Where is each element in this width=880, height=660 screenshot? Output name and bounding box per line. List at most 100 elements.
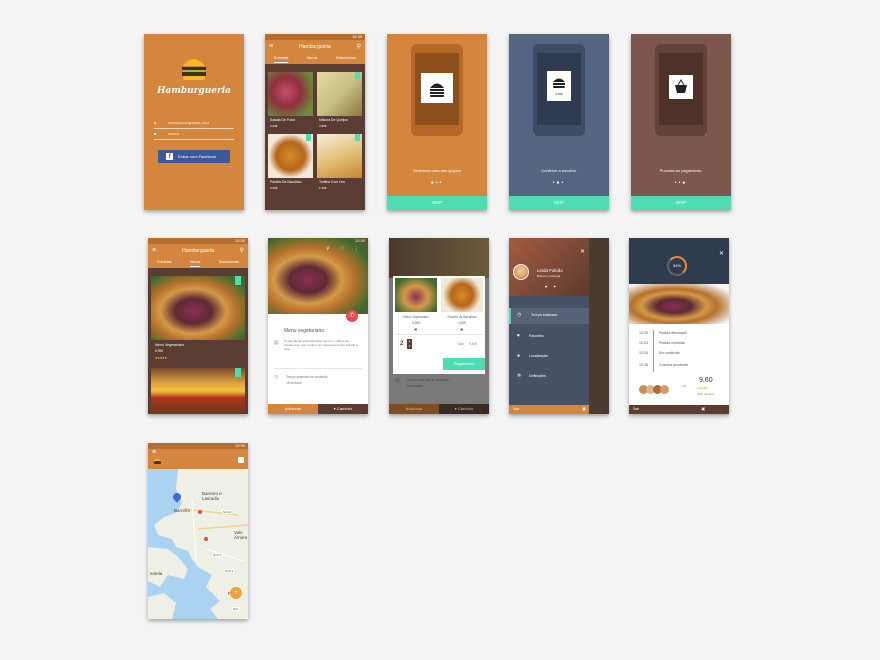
burger-tile-icon xyxy=(421,73,453,103)
detail-title: Menu vegetariano xyxy=(284,328,325,334)
email-field[interactable]: ● LINDAFALCAO@GMAIL.COM xyxy=(154,120,234,129)
entradas-screen: 12:30 ≡ Hamburgueria ⚲ Entradas Menus So… xyxy=(265,34,365,210)
drawer-item-localizacao[interactable]: ● Localização xyxy=(509,350,589,364)
skip-button[interactable]: SKIP xyxy=(631,196,731,210)
burger-logo-icon xyxy=(180,54,208,86)
basket-tile-icon xyxy=(669,75,693,99)
cart-icon: ▾ xyxy=(454,406,457,411)
bookmark-icon[interactable] xyxy=(355,134,360,141)
phone-illustration xyxy=(655,44,707,136)
rating-score: 9.60 xyxy=(699,377,713,384)
search-icon[interactable]: ⚲ xyxy=(326,246,330,252)
tab-menus[interactable]: Menus xyxy=(307,56,318,62)
app-bar: ≡ xyxy=(148,449,248,469)
drawer-screen: ✕ Linda Falcão Barreiro, portugal ♥ ✦ ◷ … xyxy=(509,238,609,414)
food-card[interactable]: Salada De Polvo 2,50€ xyxy=(268,72,313,132)
road-badge: N10-3 xyxy=(224,569,235,573)
close-icon[interactable]: ✕ xyxy=(719,250,724,257)
app-bar: ≡ Hamburgueria ⚲ xyxy=(265,40,365,54)
skip-button[interactable]: SKIP xyxy=(387,196,487,210)
more-icon[interactable]: ⋮ xyxy=(354,246,359,252)
burger-tile-icon: 3,99€ xyxy=(547,71,571,101)
add-button[interactable]: Adicionar xyxy=(389,404,439,414)
gear-icon: ✲ xyxy=(517,373,522,379)
restaurant-marker-icon[interactable] xyxy=(198,510,202,514)
divider xyxy=(395,334,483,335)
remove-icon[interactable]: ✖ xyxy=(460,327,463,332)
cart-button[interactable]: ▾ Carrinho xyxy=(439,404,489,414)
exit-bar[interactable]: Sair ▣ xyxy=(629,405,729,414)
restaurant-marker-icon[interactable] xyxy=(204,537,208,541)
tab-menus[interactable]: Menus xyxy=(189,260,201,267)
onboarding-screen-1: Seleciona uma das opções ●•• SKIP xyxy=(387,34,487,210)
menu-card[interactable] xyxy=(151,368,245,414)
app-bar-title: Hamburgueria xyxy=(299,44,331,50)
food-card[interactable]: Mistura De Queijos 3,50€ xyxy=(317,72,362,132)
food-card[interactable]: Tortilha Com Ovo 1,50€ xyxy=(317,134,362,194)
facebook-login-button[interactable]: f Entrar com Facebook xyxy=(158,150,230,163)
category-tabs: Entradas Menus Sobremesas xyxy=(265,54,365,64)
cart-icon: ▾ xyxy=(333,406,336,411)
heart-icon[interactable]: ♥ xyxy=(545,284,547,289)
burger-image xyxy=(629,284,729,324)
rating-stars: ●●●●● xyxy=(697,386,708,390)
search-icon[interactable]: ⚲ xyxy=(240,244,244,258)
menu-icon[interactable]: ≡ xyxy=(152,446,156,460)
cart-button[interactable]: ▾ Carrinho xyxy=(318,404,368,414)
remove-icon[interactable]: ✖ xyxy=(414,327,417,332)
close-icon[interactable]: ✕ xyxy=(580,248,585,255)
page-indicator: •●• xyxy=(552,180,566,186)
progress-percent: 54% xyxy=(672,263,681,268)
drawer-item-favoritos[interactable]: ♥ Favoritos xyxy=(509,330,589,344)
road-badge: N10-3 xyxy=(212,553,223,557)
hero-image xyxy=(268,238,368,314)
app-bar: ≡ Hamburgueria ⚲ xyxy=(148,244,248,258)
drawer-item-definicoes[interactable]: ✲ Definições xyxy=(509,370,589,384)
exit-bar[interactable]: Sair ▣ xyxy=(509,405,589,414)
onboarding-screen-3: Proceda ao pagamento. ••● SKIP xyxy=(631,34,731,210)
burger-logo-icon xyxy=(154,459,161,464)
bookmark-icon[interactable] xyxy=(235,276,241,285)
heart-icon: ♥ xyxy=(517,333,520,339)
call-fab-button[interactable]: ✆ xyxy=(346,310,358,322)
map-screen: 12:30 ≡ Barreiro e Lavradio Barreiro Val… xyxy=(148,443,248,619)
road-badge: N11 xyxy=(232,607,240,611)
tracking-screen: ✕ 54% 12:20 Pedido efectuado 12:23 Pedid… xyxy=(629,238,729,414)
nav-drawer: ✕ Linda Falcão Barreiro, portugal ♥ ✦ ◷ … xyxy=(509,238,589,414)
person-icon[interactable] xyxy=(238,457,244,463)
reviewer-avatars xyxy=(639,381,669,399)
heart-icon[interactable]: ♡ xyxy=(340,246,344,252)
food-card[interactable]: Pastéis De Bacalhau 3,50€ xyxy=(268,134,313,194)
menu-icon[interactable]: ≡ xyxy=(152,244,156,258)
lock-icon: ■ xyxy=(154,131,157,136)
user-name: Linda Falcão xyxy=(537,268,563,273)
tab-entradas[interactable]: Entradas xyxy=(157,260,171,266)
bookmark-icon[interactable] xyxy=(235,368,241,377)
drawer-header: ✕ Linda Falcão Barreiro, portugal ♥ ✦ xyxy=(509,238,589,296)
payment-button[interactable]: Pagamento xyxy=(443,358,485,370)
menu-icon[interactable]: ≡ xyxy=(269,40,273,54)
bookmark-icon[interactable] xyxy=(355,72,360,79)
onboarding-screen-2: 3,99€ Confirme a escolha. •●• SKIP xyxy=(509,34,609,210)
detail-description: O ingrediente especial deste menu é o ab… xyxy=(284,339,358,351)
password-field[interactable]: ■ •••••••• xyxy=(154,131,234,140)
skip-button[interactable]: SKIP xyxy=(509,196,609,210)
search-icon[interactable]: ⚲ xyxy=(357,40,361,54)
tab-entradas[interactable]: Entradas xyxy=(274,56,289,63)
star-icon[interactable]: ✦ xyxy=(553,284,556,289)
cart-screen: 12:30 Menu Vegetariano 5,99€ Pastéis de … xyxy=(389,238,489,414)
phone-illustration: 3,99€ xyxy=(533,44,585,136)
drawer-item-tempo[interactable]: ◷ Tempo estimado xyxy=(509,308,589,324)
menu-card[interactable]: Menu Vegetariano 5,99€ ●●●●● xyxy=(151,276,245,364)
login-screen: Hamburgueria ● LINDAFALCAO@GMAIL.COM ■ •… xyxy=(144,34,244,210)
add-button[interactable]: Adicionar xyxy=(268,404,318,414)
location-pin-icon: ● xyxy=(517,353,521,359)
tab-sobremesas[interactable]: Sobremesas xyxy=(219,260,239,266)
facebook-icon: f xyxy=(166,153,173,160)
category-tabs: Entradas Menus Sobremesas xyxy=(148,258,248,268)
bookmark-icon[interactable] xyxy=(306,134,311,141)
add-fab-button[interactable]: + xyxy=(230,587,242,599)
exit-icon: ▣ xyxy=(701,406,705,411)
quantity-stepper[interactable]: ▴ ▾ xyxy=(407,339,412,349)
tab-sobremesas[interactable]: Sobremesas xyxy=(336,56,356,62)
